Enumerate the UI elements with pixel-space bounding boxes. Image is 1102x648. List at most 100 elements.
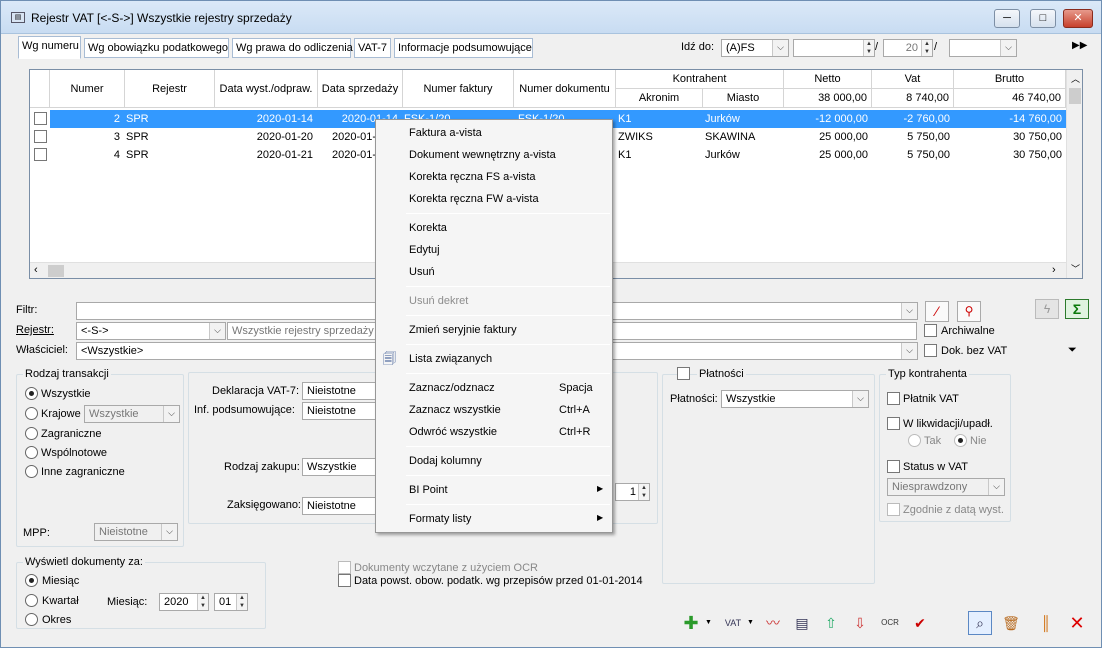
- radio-okres[interactable]: [25, 613, 38, 626]
- menu-dokument-wewnetrzny[interactable]: Dokument wewnętrzny a-vista: [409, 149, 556, 161]
- menu-faktura-avista[interactable]: Faktura a-vista: [409, 127, 482, 139]
- fast-forward-icon[interactable]: ▶▶: [1072, 40, 1087, 51]
- spinner-icon[interactable]: ▲ ▼: [638, 484, 649, 500]
- menu-formaty-listy[interactable]: Formaty listy: [409, 513, 471, 525]
- row-checkbox[interactable]: [34, 148, 47, 161]
- radio-wszystkie[interactable]: [25, 387, 38, 400]
- krajowe-select[interactable]: Wszystkie ⌵: [84, 405, 180, 423]
- tab-wg-obowiazku[interactable]: Wg obowiązku podatkowego: [84, 38, 229, 58]
- export-icon[interactable]: ⇧: [819, 611, 843, 635]
- dok-bez-vat-checkbox[interactable]: [924, 344, 937, 357]
- tab-vat7[interactable]: VAT-7: [354, 38, 391, 58]
- dropdown-arrow-icon[interactable]: ▼: [705, 619, 712, 626]
- likwidacja-checkbox[interactable]: [887, 417, 900, 430]
- preview-icon[interactable]: ⌕: [968, 611, 992, 635]
- goto-select-2[interactable]: ⌵: [949, 39, 1017, 57]
- hidden-spinner-field[interactable]: 1 ▲ ▼: [615, 483, 650, 501]
- status-vat-checkbox[interactable]: [887, 460, 900, 473]
- import-icon[interactable]: ⇩: [848, 611, 872, 635]
- header-miasto[interactable]: Miasto: [703, 89, 784, 108]
- rejestr-select[interactable]: <-S-> ⌵: [76, 322, 226, 340]
- spinner-icon[interactable]: ▲ ▼: [921, 40, 932, 56]
- header-vat[interactable]: Vat: [872, 70, 954, 89]
- scroll-right-icon[interactable]: ›: [1052, 264, 1056, 276]
- header-kontrahent[interactable]: Kontrahent: [616, 70, 784, 89]
- menu-dodaj-kolumny[interactable]: Dodaj kolumny: [409, 455, 482, 467]
- header-brutto[interactable]: Brutto: [954, 70, 1066, 89]
- spinner-icon[interactable]: ▲ ▼: [197, 594, 208, 610]
- checklist-icon[interactable]: ✔: [908, 611, 932, 635]
- chart-icon[interactable]: 〰: [761, 611, 785, 635]
- radio-wspolnotowe[interactable]: [25, 446, 38, 459]
- menu-usun[interactable]: Usuń: [409, 266, 435, 278]
- sigma-icon[interactable]: Σ: [1065, 299, 1089, 319]
- zakup-select[interactable]: Wszystkie: [302, 458, 382, 476]
- scroll-thumb-h[interactable]: [48, 265, 64, 277]
- header-numer-faktury[interactable]: Numer faktury: [403, 70, 514, 108]
- zgodnie-checkbox[interactable]: [887, 503, 900, 516]
- menu-lista-zwiazanych[interactable]: Lista związanych: [409, 353, 492, 365]
- platnik-checkbox[interactable]: [887, 392, 900, 405]
- chevron-down-icon[interactable]: ⌵: [901, 303, 917, 319]
- radio-zagraniczne[interactable]: [25, 427, 38, 440]
- spinner-icon[interactable]: ▲ ▼: [863, 40, 874, 56]
- data-powst-checkbox[interactable]: [338, 574, 351, 587]
- goto-number[interactable]: 20 ▲ ▼: [883, 39, 933, 57]
- vat7-select[interactable]: Nieistotne: [302, 382, 382, 400]
- header-data-sprzedazy[interactable]: Data sprzedaży: [318, 70, 403, 108]
- clear-filter-icon[interactable]: ⁄: [925, 301, 949, 322]
- zaks-select[interactable]: Nieistotne: [302, 497, 382, 515]
- ocr-checkbox[interactable]: [338, 561, 351, 574]
- filter-builder-icon[interactable]: ⚲: [957, 301, 981, 322]
- month-spinner[interactable]: 01 ▲ ▼: [214, 593, 248, 611]
- close-icon[interactable]: ✕: [1065, 611, 1089, 635]
- radio-krajowe[interactable]: [25, 407, 38, 420]
- goto-field[interactable]: ▲ ▼: [793, 39, 875, 57]
- header-numer[interactable]: Numer: [50, 70, 125, 108]
- trash-icon[interactable]: 🗑: [999, 611, 1023, 635]
- header-akronim[interactable]: Akronim: [616, 89, 703, 108]
- vat-icon[interactable]: VAT: [721, 611, 745, 635]
- radio-miesiac[interactable]: [25, 574, 38, 587]
- vertical-scrollbar[interactable]: ︿ ﹀: [1066, 70, 1082, 278]
- radio-tak[interactable]: [908, 434, 921, 447]
- tab-informacje[interactable]: Informacje podsumowujące: [394, 38, 533, 58]
- inf-select[interactable]: Nieistotne: [302, 402, 382, 420]
- document-list-icon[interactable]: ▤: [790, 611, 814, 635]
- scroll-up-icon[interactable]: ︿: [1071, 72, 1080, 85]
- goto-select[interactable]: (A)FS ⌵: [721, 39, 789, 57]
- close-window-button[interactable]: ✕: [1063, 9, 1093, 28]
- header-data-wyst[interactable]: Data wyst./odpraw.: [215, 70, 318, 108]
- scroll-thumb[interactable]: [1069, 88, 1081, 104]
- header-netto[interactable]: Netto: [784, 70, 872, 89]
- menu-edytuj[interactable]: Edytuj: [409, 244, 440, 256]
- maximize-button[interactable]: □: [1030, 9, 1056, 28]
- minimize-button[interactable]: ─: [994, 9, 1020, 28]
- archiwalne-checkbox[interactable]: [924, 324, 937, 337]
- row-checkbox[interactable]: [34, 112, 47, 125]
- platnosci-select[interactable]: Wszystkie ⌵: [721, 390, 869, 408]
- add-icon[interactable]: ✚: [679, 611, 703, 635]
- menu-zaznacz-odznacz[interactable]: Zaznacz/odznacz: [409, 382, 495, 394]
- menu-korekta[interactable]: Korekta: [409, 222, 447, 234]
- menu-korekta-fw[interactable]: Korekta ręczna FW a-vista: [409, 193, 539, 205]
- menu-korekta-fs[interactable]: Korekta ręczna FS a-vista: [409, 171, 536, 183]
- radio-nie[interactable]: [954, 434, 967, 447]
- menu-zaznacz-wszystkie[interactable]: Zaznacz wszystkie: [409, 404, 501, 416]
- menu-zmien-seryjnie[interactable]: Zmień seryjnie faktury: [409, 324, 517, 336]
- scroll-left-icon[interactable]: ‹: [34, 264, 38, 276]
- header-numer-dokumentu[interactable]: Numer dokumentu: [514, 70, 616, 108]
- tab-wg-numeru[interactable]: Wg numeru: [18, 36, 81, 59]
- platnosci-checkbox[interactable]: [677, 367, 690, 380]
- radio-inne[interactable]: [25, 465, 38, 478]
- spinner-icon[interactable]: ▲ ▼: [236, 594, 247, 610]
- expand-filters-icon[interactable]: ⏷: [1068, 344, 1077, 357]
- menu-odwroc-wszystkie[interactable]: Odwróć wszystkie: [409, 426, 497, 438]
- menu-bi-point[interactable]: BI Point: [409, 484, 448, 496]
- year-spinner[interactable]: 2020 ▲ ▼: [159, 593, 209, 611]
- ocr-icon[interactable]: OCR: [878, 611, 902, 635]
- header-rejestr[interactable]: Rejestr: [125, 70, 215, 108]
- mpp-select[interactable]: Nieistotne ⌵: [94, 523, 178, 541]
- tab-wg-prawa[interactable]: Wg prawa do odliczenia: [232, 38, 353, 58]
- columns-icon[interactable]: ║: [1034, 611, 1058, 635]
